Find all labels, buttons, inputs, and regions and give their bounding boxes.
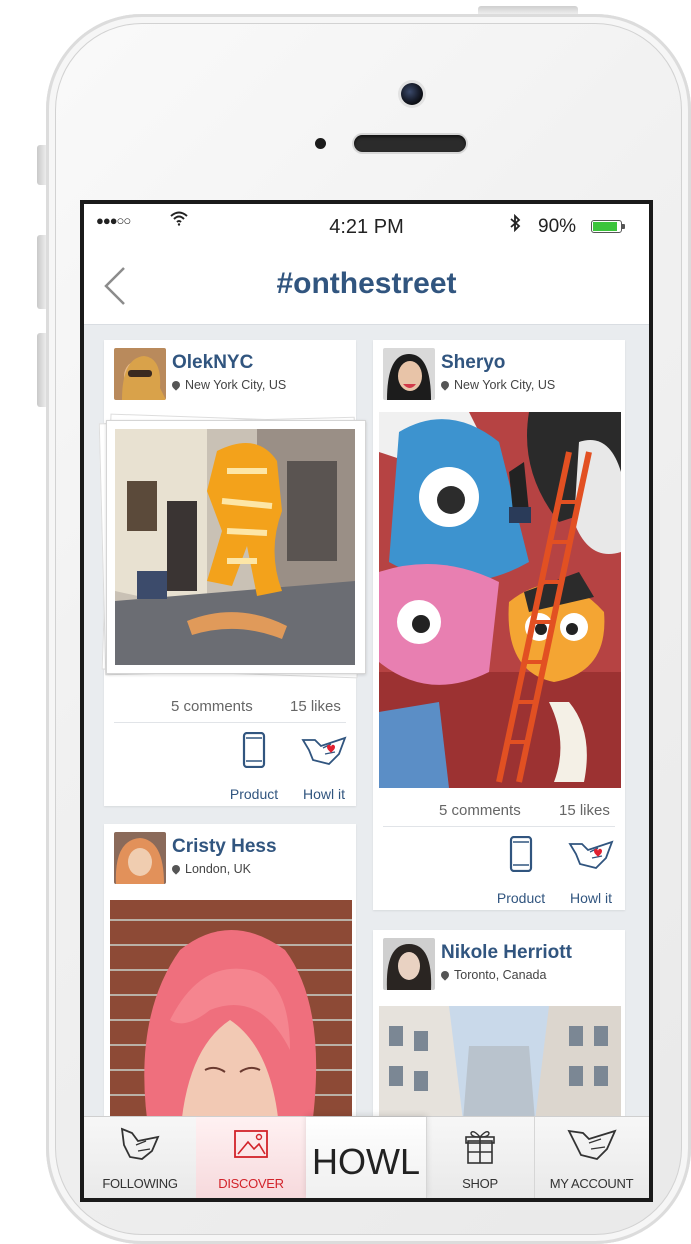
tab-discover[interactable]: DISCOVER bbox=[196, 1117, 307, 1198]
avatar[interactable] bbox=[114, 832, 166, 884]
post-card[interactable]: Cristy Hess London, UK bbox=[104, 824, 356, 1144]
wolf-heart-icon bbox=[568, 840, 614, 869]
user-location: New York City, US bbox=[170, 378, 287, 392]
user-location: London, UK bbox=[170, 862, 252, 876]
username[interactable]: Nikole Herriott bbox=[441, 942, 572, 964]
battery-percent: 90% bbox=[538, 216, 577, 237]
location-text: New York City, US bbox=[185, 378, 287, 392]
location-text: London, UK bbox=[185, 862, 252, 876]
tab-bar: FOLLOWING DISCOVER HOWL SHOP MY ACCOUNT bbox=[84, 1116, 649, 1198]
gift-icon bbox=[465, 1130, 495, 1164]
avatar[interactable] bbox=[114, 348, 166, 400]
tab-discover-label: DISCOVER bbox=[218, 1176, 284, 1191]
front-camera bbox=[401, 83, 423, 105]
username[interactable]: Cristy Hess bbox=[172, 836, 277, 858]
howl-it-button[interactable]: Howl it bbox=[292, 732, 356, 802]
howl-it-button[interactable]: Howl it bbox=[559, 836, 623, 906]
wolf-icon bbox=[566, 1129, 617, 1160]
post-card[interactable]: Sheryo New York City, US 5 comments 15 l… bbox=[373, 340, 625, 910]
location-text: Toronto, Canada bbox=[454, 968, 547, 982]
location-pin-icon bbox=[439, 379, 451, 391]
product-button[interactable]: Product bbox=[489, 836, 553, 906]
post-photo[interactable] bbox=[379, 412, 621, 788]
power-button bbox=[478, 6, 578, 14]
navigation-bar: #onthestreet bbox=[84, 244, 649, 325]
post-card[interactable]: OlekNYC New York City, US 5 comments 15 … bbox=[98, 340, 367, 806]
mute-switch bbox=[37, 145, 46, 185]
tab-my-account[interactable]: MY ACCOUNT bbox=[534, 1117, 649, 1198]
proximity-sensor bbox=[315, 138, 326, 149]
tab-shop[interactable]: SHOP bbox=[426, 1117, 535, 1198]
product-label: Product bbox=[229, 786, 279, 802]
howl-logo-text: HOWL bbox=[312, 1141, 420, 1182]
location-text: New York City, US bbox=[454, 378, 556, 392]
product-label: Product bbox=[496, 890, 546, 906]
location-pin-icon bbox=[439, 969, 451, 981]
page-title: #onthestreet bbox=[276, 267, 457, 300]
likes-count[interactable]: 15 likes bbox=[290, 698, 341, 715]
picture-icon bbox=[234, 1130, 268, 1158]
app-screen: ●●●○○ 4:21 PM 90% #onthestreet OlekNYC N… bbox=[84, 204, 649, 1198]
post-photo[interactable] bbox=[106, 420, 366, 674]
howl-it-label: Howl it bbox=[302, 786, 345, 802]
comments-count[interactable]: 5 comments bbox=[439, 802, 521, 819]
post-photo[interactable] bbox=[110, 900, 352, 1140]
battery-icon bbox=[591, 220, 625, 233]
volume-up-button bbox=[37, 235, 46, 309]
likes-count[interactable]: 15 likes bbox=[559, 802, 610, 819]
avatar[interactable] bbox=[383, 938, 435, 990]
user-location: New York City, US bbox=[439, 378, 556, 392]
howl-it-label: Howl it bbox=[569, 890, 612, 906]
divider bbox=[114, 722, 346, 723]
username[interactable]: Sheryo bbox=[441, 352, 505, 374]
username[interactable]: OlekNYC bbox=[172, 352, 253, 374]
volume-down-button bbox=[37, 333, 46, 407]
user-location: Toronto, Canada bbox=[439, 968, 547, 982]
tab-my-account-label: MY ACCOUNT bbox=[549, 1176, 634, 1191]
location-pin-icon bbox=[170, 379, 182, 391]
status-bar: ●●●○○ 4:21 PM 90% bbox=[84, 204, 649, 244]
bluetooth-icon bbox=[509, 213, 521, 238]
tab-shop-label: SHOP bbox=[462, 1176, 498, 1191]
tab-howl[interactable]: HOWL bbox=[306, 1117, 427, 1198]
avatar[interactable] bbox=[383, 348, 435, 400]
wolf-heart-icon bbox=[301, 736, 347, 765]
tab-following[interactable]: FOLLOWING bbox=[84, 1117, 197, 1198]
phone-icon bbox=[509, 836, 533, 872]
earpiece-speaker bbox=[354, 135, 466, 152]
divider bbox=[383, 826, 615, 827]
tab-following-label: FOLLOWING bbox=[102, 1176, 178, 1191]
comments-count[interactable]: 5 comments bbox=[171, 698, 253, 715]
product-button[interactable]: Product bbox=[222, 732, 286, 802]
phone-icon bbox=[242, 732, 266, 768]
wolf-icon bbox=[120, 1127, 160, 1160]
location-pin-icon bbox=[170, 863, 182, 875]
